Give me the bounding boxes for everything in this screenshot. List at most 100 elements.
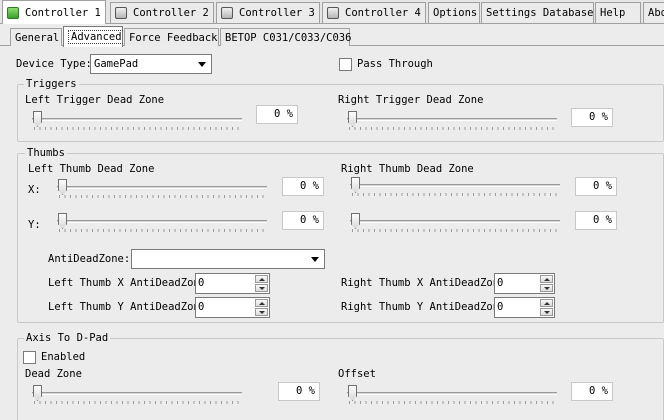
slider-thumb[interactable] [351,177,360,193]
right-thumb-y-value: 0 % [575,211,617,230]
slider-ticks [59,195,265,198]
tab-label: Advanced [68,30,125,44]
x-axis-label: X: [28,184,41,196]
tab-advanced[interactable]: Advanced [63,26,125,47]
chevron-down-icon [198,62,206,67]
spin-up-icon[interactable] [255,275,268,283]
y-axis-label: Y: [28,219,41,231]
slider-ticks [349,401,555,404]
tab-betop[interactable]: BETOP C031/C033/C036 [220,28,351,46]
tab-controller-3[interactable]: Controller 3 [216,2,320,23]
slider-ticks [349,127,555,130]
spin-down-icon[interactable] [255,308,268,316]
tab-label: Force Feedback [129,31,218,44]
stepper-value: 0 [198,277,205,289]
settings-tab-bar: General Advanced Force Feedback BETOP C0… [0,24,664,47]
slider-track [347,392,557,395]
thumbs-group-title: Thumbs [25,147,67,159]
tab-label: Controller 2 [133,7,209,19]
tab-label: General [15,31,60,44]
tab-options[interactable]: Options [428,2,480,23]
right-thumb-y-slider[interactable] [350,212,560,234]
left-thumb-label: Left Thumb Dead Zone [28,163,155,175]
left-thumb-x-slider[interactable] [57,178,267,200]
stepper-value: 0 [198,301,205,313]
right-thumb-label: Right Thumb Dead Zone [341,163,474,175]
left-thumb-x-anti-stepper[interactable]: 0 [195,273,270,294]
tab-label: Abo [648,7,664,19]
tab-about[interactable]: Abo [643,2,664,23]
device-type-select[interactable]: GamePad [90,54,212,74]
pass-through-checkbox[interactable] [339,58,352,71]
slider-thumb[interactable] [33,111,42,127]
slider-track [350,184,560,187]
slider-track [32,118,242,121]
spin-down-icon[interactable] [540,308,553,316]
stepper-buttons [540,275,553,292]
tab-force-feedback[interactable]: Force Feedback [124,28,219,46]
dpad-dead-zone-label: Dead Zone [25,368,82,380]
controller-tab-bar: Controller 1 Controller 2 Controller 3 C… [0,0,664,24]
spin-up-icon[interactable] [540,275,553,283]
slider-ticks [59,229,265,232]
left-thumb-x-value: 0 % [282,177,324,196]
left-trigger-slider[interactable] [32,110,242,132]
gamepad-gray-icon [115,7,127,19]
stepper-value: 0 [497,277,504,289]
dpad-enabled-checkbox[interactable] [23,351,36,364]
stepper-buttons [255,299,268,316]
left-thumb-y-slider[interactable] [57,212,267,234]
slider-thumb[interactable] [33,385,42,401]
slider-thumb[interactable] [348,385,357,401]
slider-ticks [34,127,240,130]
left-trigger-label: Left Trigger Dead Zone [25,94,165,106]
spin-down-icon[interactable] [540,284,553,292]
dpad-offset-value: 0 % [571,382,613,401]
right-thumb-x-anti-label: Right Thumb X AntiDeadZone [341,277,506,289]
right-thumb-y-anti-stepper[interactable]: 0 [494,297,555,318]
dpad-offset-slider[interactable] [347,384,557,406]
left-thumb-x-anti-label: Left Thumb X AntiDeadZone [48,277,207,289]
anti-dead-zone-select[interactable] [131,249,325,269]
slider-thumb[interactable] [58,179,67,195]
tab-controller-1[interactable]: Controller 1 [2,0,106,24]
slider-thumb[interactable] [348,111,357,127]
dpad-dead-zone-value: 0 % [278,382,320,401]
dpad-enabled-label: Enabled [41,351,86,363]
left-thumb-y-anti-stepper[interactable]: 0 [195,297,270,318]
slider-track [347,118,557,121]
slider-ticks [34,401,240,404]
slider-thumb[interactable] [351,213,360,229]
tab-general[interactable]: General [10,28,62,46]
slider-track [57,220,267,223]
tab-label: Controller 1 [25,6,101,19]
left-thumb-y-value: 0 % [282,211,324,230]
slider-track [57,186,267,189]
tab-label: Options [433,7,478,19]
triggers-group-title: Triggers [24,78,79,90]
tab-label: Help [600,7,626,19]
spin-up-icon[interactable] [255,299,268,307]
dpad-dead-zone-slider[interactable] [32,384,242,406]
gamepad-green-icon [7,6,19,19]
pass-through-label: Pass Through [357,58,433,70]
tab-help[interactable]: Help [595,2,641,23]
right-thumb-x-anti-stepper[interactable]: 0 [494,273,555,294]
tab-controller-2[interactable]: Controller 2 [110,2,214,23]
tab-controller-4[interactable]: Controller 4 [322,2,426,23]
anti-dead-zone-label: AntiDeadZone: [48,253,131,265]
slider-thumb[interactable] [58,213,67,229]
tab-settings-database[interactable]: Settings Database [481,2,594,23]
spin-up-icon[interactable] [540,299,553,307]
slider-ticks [352,229,558,232]
spin-down-icon[interactable] [255,284,268,292]
tab-label: Controller 3 [239,7,315,19]
stepper-buttons [255,275,268,292]
right-thumb-x-slider[interactable] [350,176,560,198]
axis-to-dpad-title: Axis To D-Pad [24,332,111,344]
right-trigger-slider[interactable] [347,110,557,132]
chevron-down-icon [311,257,319,262]
left-thumb-y-anti-label: Left Thumb Y AntiDeadZone [48,301,207,313]
tab-label: Controller 4 [345,7,421,19]
dpad-offset-label: Offset [338,368,376,380]
